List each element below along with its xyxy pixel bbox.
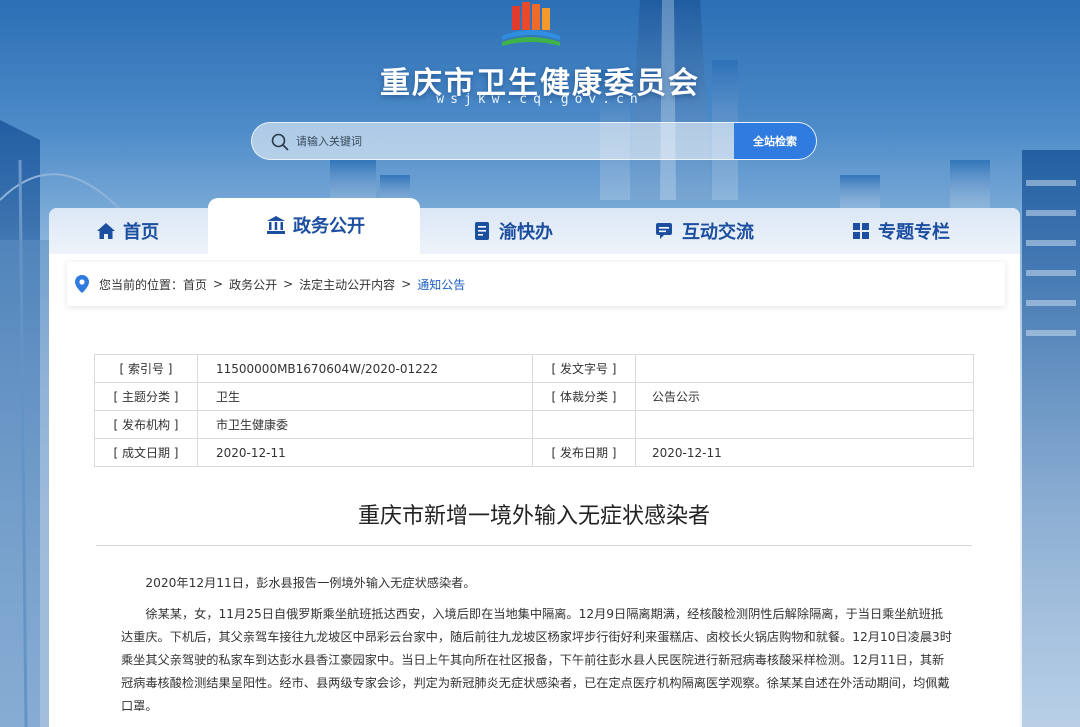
meta-key xyxy=(532,410,636,439)
meta-value xyxy=(635,410,974,439)
government-building-icon xyxy=(267,216,285,234)
nav-yukuaiban[interactable]: 渝快办 xyxy=(467,208,557,254)
breadcrumb-home[interactable]: 首页 xyxy=(183,276,207,293)
nav-interaction[interactable]: 互动交流 xyxy=(649,208,759,254)
meta-key: [ 成文日期 ] xyxy=(94,438,198,467)
nav-home[interactable]: 首页 xyxy=(89,208,165,254)
site-domain: wsjkw.cq.gov.cn xyxy=(436,92,644,107)
nav-government-affairs[interactable]: 政务公开 xyxy=(255,202,375,248)
site-logo-icon xyxy=(502,2,560,46)
site-search-button[interactable]: 全站检索 xyxy=(734,123,816,159)
main-nav: 首页 政务公开 渝快办 互动交流 专题专栏 xyxy=(49,198,1020,254)
breadcrumb-separator: > xyxy=(283,277,294,291)
breadcrumb-prefix: 您当前的位置： xyxy=(99,277,184,292)
search-input[interactable] xyxy=(296,123,726,159)
home-icon xyxy=(97,223,115,239)
table-row: [ 成文日期 ] 2020-12-11 [ 发布日期 ] 2020-12-11 xyxy=(94,438,974,467)
nav-home-label: 首页 xyxy=(123,222,159,243)
table-row: [ 索引号 ] 11500000MB1670604W/2020-01222 [ … xyxy=(94,354,974,383)
nav-special-topics-label: 专题专栏 xyxy=(878,222,950,243)
meta-value: 2020-12-11 xyxy=(635,438,974,467)
nav-interaction-label: 互动交流 xyxy=(682,222,754,243)
table-row: [ 发布机构 ] 市卫生健康委 xyxy=(94,410,974,439)
chat-bubble-icon xyxy=(656,223,672,239)
meta-key: [ 主题分类 ] xyxy=(94,382,198,411)
article-body: 2020年12月11日，彭水县报告一例境外输入无症状感染者。 徐某某，女，11月… xyxy=(121,572,953,726)
meta-value: 市卫生健康委 xyxy=(197,410,533,439)
meta-value xyxy=(635,354,974,383)
main-content-panel: 首页 政务公开 渝快办 互动交流 专题专栏 您当前的位置： 首页 > 政务公开 … xyxy=(49,198,1020,727)
search-icon xyxy=(271,133,289,151)
article-title: 重庆市新增一境外输入无症状感染者 xyxy=(357,504,710,529)
nav-yukuaiban-label: 渝快办 xyxy=(499,222,553,243)
breadcrumb-government-affairs[interactable]: 政务公开 xyxy=(229,276,277,293)
meta-value: 公告公示 xyxy=(635,382,974,411)
breadcrumb-current[interactable]: 通知公告 xyxy=(417,276,465,293)
meta-key: [ 索引号 ] xyxy=(94,354,198,383)
breadcrumb-separator: > xyxy=(401,277,412,291)
nav-special-topics[interactable]: 专题专栏 xyxy=(845,208,955,254)
breadcrumb-separator: > xyxy=(213,277,224,291)
meta-value: 卫生 xyxy=(197,382,533,411)
nav-government-affairs-label: 政务公开 xyxy=(293,216,365,237)
meta-value: 2020-12-11 xyxy=(197,438,533,467)
breadcrumb: 您当前的位置： 首页 > 政务公开 > 法定主动公开内容 > 通知公告 xyxy=(67,262,1005,306)
meta-value: 11500000MB1670604W/2020-01222 xyxy=(197,354,533,383)
grid-icon xyxy=(853,223,869,239)
meta-key: [ 发文字号 ] xyxy=(532,354,636,383)
breadcrumb-statutory-disclosure[interactable]: 法定主动公开内容 xyxy=(299,276,395,293)
article-paragraph: 徐某某，女，11月25日自俄罗斯乘坐航班抵达西安，入境后即在当地集中隔离。12月… xyxy=(121,607,952,713)
meta-key: [ 体裁分类 ] xyxy=(532,382,636,411)
document-list-icon xyxy=(475,222,489,240)
search-bar: 全站检索 xyxy=(251,122,817,160)
title-divider xyxy=(96,545,972,546)
article-paragraph: 2020年12月11日，彭水县报告一例境外输入无症状感染者。 xyxy=(145,576,476,590)
site-header: 重庆市卫生健康委员会 wsjkw.cq.gov.cn 全站检索 xyxy=(0,0,1080,200)
document-metadata-table: [ 索引号 ] 11500000MB1670604W/2020-01222 [ … xyxy=(94,354,974,467)
meta-key: [ 发布机构 ] xyxy=(94,410,198,439)
meta-key: [ 发布日期 ] xyxy=(532,438,636,467)
location-pin-icon xyxy=(75,275,89,293)
table-row: [ 主题分类 ] 卫生 [ 体裁分类 ] 公告公示 xyxy=(94,382,974,411)
